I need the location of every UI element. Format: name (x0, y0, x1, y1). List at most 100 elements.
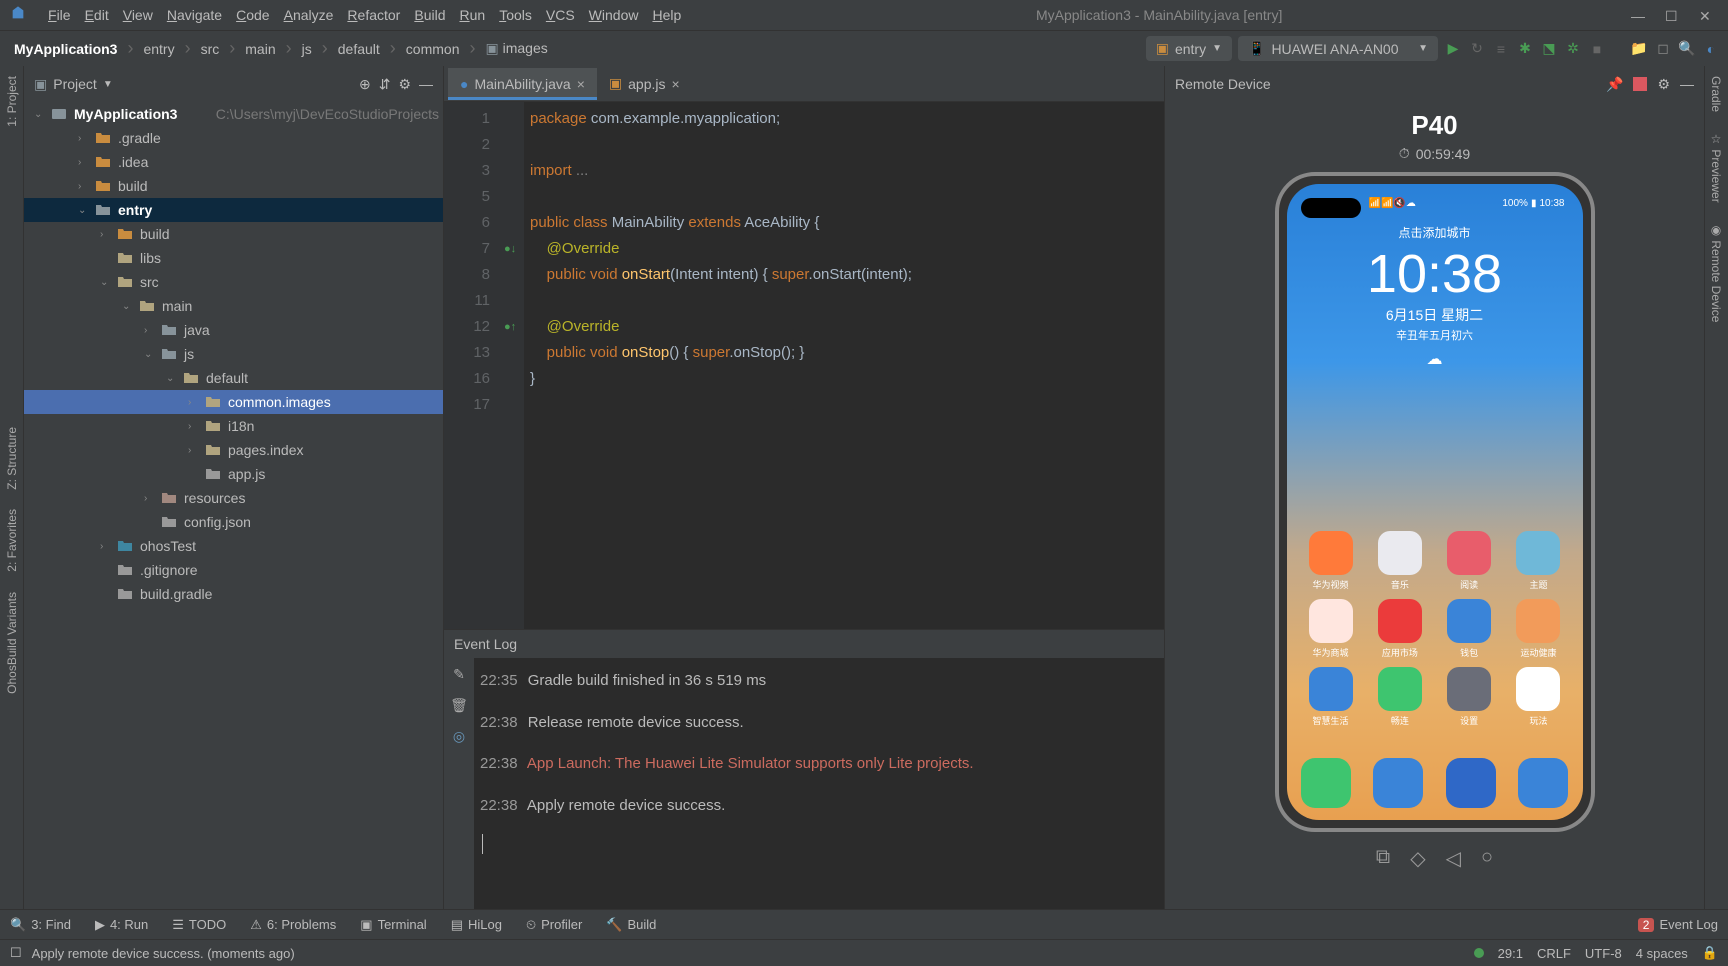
hide-icon[interactable]: — (1680, 76, 1694, 92)
bottom-event-log[interactable]: 2 Event Log (1638, 917, 1718, 932)
gear-icon[interactable]: ⚙ (1657, 76, 1670, 93)
breadcrumb[interactable]: src (195, 37, 226, 61)
coverage-icon[interactable]: ⬔ (1540, 40, 1558, 58)
tree-node[interactable]: ›i18n (24, 414, 443, 438)
tree-node[interactable]: ›pages.index (24, 438, 443, 462)
tree-node[interactable]: app.js (24, 462, 443, 486)
bottom-terminal[interactable]: ▣ Terminal (360, 917, 426, 933)
phone-home-icon[interactable]: ○ (1481, 846, 1493, 871)
menu-analyze[interactable]: Analyze (278, 5, 340, 25)
phone-app[interactable]: 阅读 (1439, 531, 1499, 591)
breadcrumb[interactable]: default (332, 37, 386, 61)
bottom-find[interactable]: 🔍 3: Find (10, 917, 71, 933)
tree-node[interactable]: ›common.images (24, 390, 443, 414)
record-icon[interactable] (1633, 77, 1647, 91)
rail-ohos[interactable]: OhosBuild Variants (0, 582, 23, 704)
breadcrumb[interactable]: entry (137, 37, 180, 61)
tree-node[interactable]: ›.gradle (24, 126, 443, 150)
minimize-icon[interactable]: — (1631, 8, 1645, 22)
dock-app[interactable] (1301, 758, 1351, 808)
rail-gradle[interactable]: Gradle (1705, 66, 1728, 122)
tree-node[interactable]: ›build (24, 222, 443, 246)
log-text[interactable]: 22:35 Gradle build finished in 36 s 519 … (474, 658, 1164, 909)
stop-icon[interactable]: ■ (1588, 40, 1606, 58)
bottom-todo[interactable]: ☰ TODO (172, 917, 226, 933)
tree-node[interactable]: ⌄main (24, 294, 443, 318)
rotate-icon[interactable]: ◇ (1410, 846, 1425, 871)
phone-app[interactable]: 智慧生活 (1301, 667, 1361, 727)
phone-screen[interactable]: 📶📶🔇☁ 100% ▮ 10:38 点击添加城市 10:38 6月15日 星期二… (1287, 184, 1583, 820)
bottom-build[interactable]: 🔨 Build (606, 917, 656, 933)
tree-node[interactable]: ›java (24, 318, 443, 342)
rail-project[interactable]: 1: Project (0, 66, 23, 137)
menu-tools[interactable]: Tools (493, 5, 538, 25)
menu-vcs[interactable]: VCS (540, 5, 581, 25)
menu-navigate[interactable]: Navigate (161, 5, 228, 25)
folder-icon[interactable]: 📁 (1630, 40, 1648, 58)
tree-node[interactable]: ⌄entry (24, 198, 443, 222)
profiler-icon[interactable]: ✲ (1564, 40, 1582, 58)
close-icon[interactable]: ✕ (1699, 8, 1713, 22)
tree-node[interactable]: .gitignore (24, 558, 443, 582)
target-icon[interactable]: ⊕ (359, 76, 371, 93)
run-config-selector[interactable]: ▣ entry ▼ (1146, 36, 1232, 61)
tree-root[interactable]: ⌄ MyApplication3 C:\Users\myj\DevEcoStud… (24, 102, 443, 126)
search-icon[interactable]: 🔍 (1678, 40, 1696, 58)
bottom-problems[interactable]: ⚠ 6: Problems (250, 917, 336, 933)
edit-icon[interactable]: ✎ (453, 666, 465, 683)
menu-run[interactable]: Run (453, 5, 491, 25)
gear-icon[interactable]: ⚙ (398, 76, 411, 93)
close-tab-icon[interactable]: × (671, 76, 679, 92)
help-icon[interactable]: ◐ (1702, 40, 1720, 58)
dock-app[interactable] (1373, 758, 1423, 808)
editor-tab[interactable]: ▣app.js× (597, 67, 692, 100)
debug-icon[interactable]: ✱ (1516, 40, 1534, 58)
device-selector[interactable]: 📱 HUAWEI ANA-AN00 ▼ (1238, 36, 1438, 61)
code-area[interactable]: 12356781112131617 ●↓ ●↑ package com.exam… (444, 102, 1164, 629)
rail-previewer[interactable]: ☆ Previewer (1705, 122, 1728, 213)
phone-app[interactable]: 主题 (1508, 531, 1568, 591)
tree-node[interactable]: ›build (24, 174, 443, 198)
close-tab-icon[interactable]: × (577, 76, 585, 92)
dock-app[interactable] (1518, 758, 1568, 808)
status-cursor-pos[interactable]: 29:1 (1498, 946, 1523, 961)
run-icon[interactable]: ▶ (1444, 40, 1462, 58)
target-icon[interactable]: ◎ (453, 728, 465, 745)
menu-build[interactable]: Build (408, 5, 451, 25)
bottom-hilog[interactable]: ▤ HiLog (451, 917, 502, 933)
status-window-icon[interactable]: ☐ (10, 945, 22, 961)
menu-code[interactable]: Code (230, 5, 275, 25)
menu-window[interactable]: Window (583, 5, 645, 25)
tree-node[interactable]: config.json (24, 510, 443, 534)
phone-app[interactable]: 音乐 (1370, 531, 1430, 591)
hide-icon[interactable]: — (419, 76, 433, 93)
menu-refactor[interactable]: Refactor (341, 5, 406, 25)
lock-icon[interactable]: 🔒 (1702, 945, 1718, 961)
tree-node[interactable]: ⌄default (24, 366, 443, 390)
tree-node[interactable]: ⌄js (24, 342, 443, 366)
rail-structure[interactable]: Z: Structure (0, 417, 23, 500)
editor-tab[interactable]: ●MainAbility.java× (448, 68, 597, 100)
trash-icon[interactable]: 🗑 (450, 697, 468, 714)
tree-node[interactable]: build.gradle (24, 582, 443, 606)
tree-node[interactable]: ›resources (24, 486, 443, 510)
phone-app[interactable]: 应用市场 (1370, 599, 1430, 659)
menu-view[interactable]: View (117, 5, 159, 25)
debug-item-icon[interactable]: ≡ (1492, 40, 1510, 58)
maximize-icon[interactable]: ☐ (1665, 8, 1679, 22)
bottom-profiler[interactable]: ⏲ Profiler (526, 917, 582, 933)
phone-app[interactable]: 运动健康 (1508, 599, 1568, 659)
tree-node[interactable]: ⌄src (24, 270, 443, 294)
menu-edit[interactable]: Edit (79, 5, 115, 25)
tree-node[interactable]: ›ohosTest (24, 534, 443, 558)
device-manager-icon[interactable]: ◻ (1654, 40, 1672, 58)
bottom-run[interactable]: ▶ 4: Run (95, 917, 148, 933)
dock-app[interactable] (1446, 758, 1496, 808)
status-encoding[interactable]: UTF-8 (1585, 946, 1622, 961)
phone-emulator[interactable]: 📶📶🔇☁ 100% ▮ 10:38 点击添加城市 10:38 6月15日 星期二… (1275, 172, 1595, 832)
rerun-icon[interactable]: ↻ (1468, 40, 1486, 58)
breadcrumb[interactable]: common (400, 37, 466, 61)
status-indent[interactable]: 4 spaces (1636, 946, 1688, 961)
phone-app[interactable]: 钱包 (1439, 599, 1499, 659)
tree-node[interactable]: ›.idea (24, 150, 443, 174)
